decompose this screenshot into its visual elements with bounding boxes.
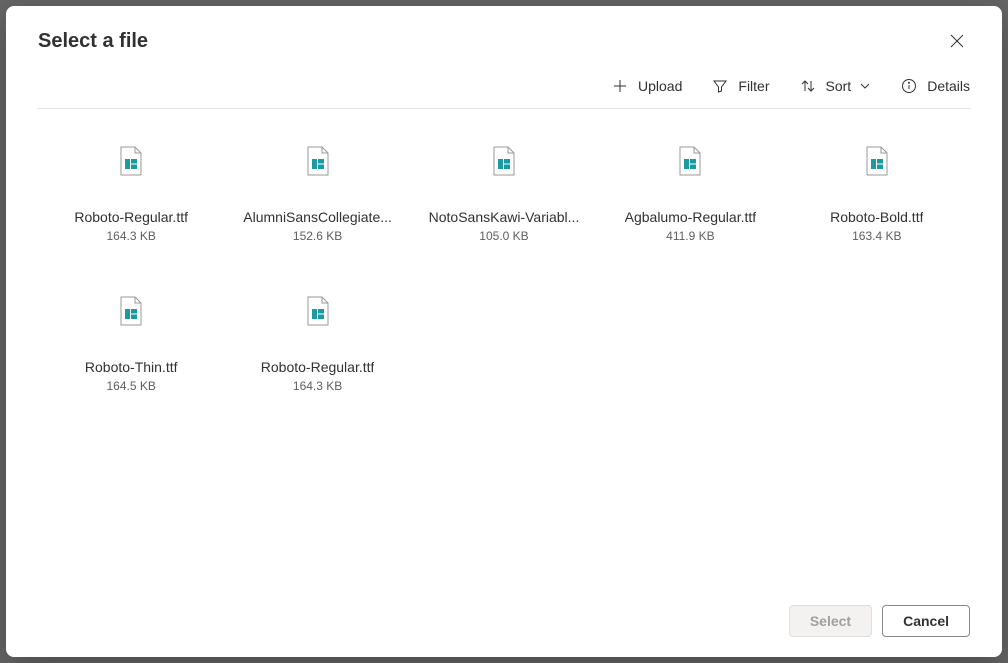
select-button[interactable]: Select	[789, 605, 872, 637]
file-grid: Roboto-Regular.ttf 164.3 KB AlumniSansCo…	[38, 129, 970, 409]
file-item[interactable]: AlumniSansCollegiate... 152.6 KB	[224, 129, 410, 259]
file-item[interactable]: Roboto-Thin.ttf 164.5 KB	[38, 279, 224, 409]
file-item[interactable]: Agbalumo-Regular.ttf 411.9 KB	[597, 129, 783, 259]
file-size: 152.6 KB	[293, 229, 342, 243]
file-name: Agbalumo-Regular.ttf	[625, 209, 757, 225]
file-size: 164.3 KB	[107, 229, 156, 243]
file-size: 163.4 KB	[852, 229, 901, 243]
dialog-footer: Select Cancel	[6, 589, 1002, 657]
filter-button[interactable]: Filter	[712, 78, 769, 94]
file-name: Roboto-Regular.ttf	[261, 359, 375, 375]
upload-label: Upload	[638, 78, 682, 94]
close-icon	[950, 34, 964, 48]
file-size: 164.3 KB	[293, 379, 342, 393]
plus-icon	[612, 78, 628, 94]
file-item[interactable]: NotoSansKawi-Variabl... 105.0 KB	[411, 129, 597, 259]
filter-label: Filter	[738, 78, 769, 94]
filter-icon	[712, 78, 728, 94]
font-file-icon	[488, 145, 520, 177]
toolbar: Upload Filter Sort	[38, 68, 970, 109]
file-item[interactable]: Roboto-Regular.ttf 164.3 KB	[38, 129, 224, 259]
close-button[interactable]	[944, 28, 970, 54]
font-file-icon	[302, 145, 334, 177]
font-file-icon	[302, 295, 334, 327]
font-file-icon	[115, 145, 147, 177]
chevron-down-icon	[859, 80, 871, 92]
file-size: 164.5 KB	[107, 379, 156, 393]
file-size: 105.0 KB	[479, 229, 528, 243]
font-file-icon	[674, 145, 706, 177]
file-select-dialog: Select a file Upload Filter	[6, 6, 1002, 657]
file-name: Roboto-Bold.ttf	[830, 209, 923, 225]
file-item[interactable]: Roboto-Regular.ttf 164.3 KB	[224, 279, 410, 409]
dialog-header: Select a file	[6, 6, 1002, 68]
file-item[interactable]: Roboto-Bold.ttf 163.4 KB	[784, 129, 970, 259]
font-file-icon	[861, 145, 893, 177]
sort-button[interactable]: Sort	[800, 78, 872, 94]
info-icon	[901, 78, 917, 94]
font-file-icon	[115, 295, 147, 327]
upload-button[interactable]: Upload	[612, 78, 682, 94]
file-name: NotoSansKawi-Variabl...	[429, 209, 580, 225]
file-name: Roboto-Thin.ttf	[85, 359, 178, 375]
sort-label: Sort	[826, 78, 852, 94]
file-name: Roboto-Regular.ttf	[74, 209, 188, 225]
file-size: 411.9 KB	[666, 229, 714, 243]
dialog-title: Select a file	[38, 30, 148, 53]
file-list-area: Roboto-Regular.ttf 164.3 KB AlumniSansCo…	[6, 109, 1002, 589]
sort-icon	[800, 78, 816, 94]
details-button[interactable]: Details	[901, 78, 970, 94]
details-label: Details	[927, 78, 970, 94]
file-name: AlumniSansCollegiate...	[243, 209, 392, 225]
cancel-button[interactable]: Cancel	[882, 605, 970, 637]
